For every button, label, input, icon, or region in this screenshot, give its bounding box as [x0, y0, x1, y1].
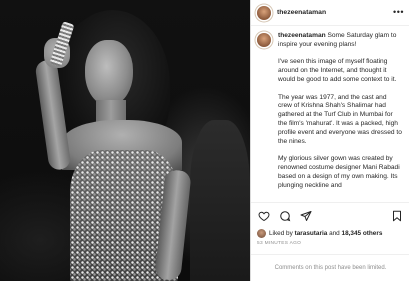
caption-scroll-area[interactable]: thezeenataman Some Saturday glam to insp… — [251, 28, 409, 200]
post-timestamp[interactable]: 53 MINUTES AGO — [257, 241, 301, 246]
likes-others-link[interactable]: 18,345 others — [342, 230, 383, 237]
heart-icon[interactable] — [257, 209, 271, 223]
comments-limited-notice: Comments on this post have been limited. — [251, 254, 409, 281]
caption-avatar[interactable] — [257, 33, 271, 47]
caption-paragraph: The year was 1977, and the cast and crew… — [278, 93, 402, 145]
caption-text: thezeenataman Some Saturday glam to insp… — [278, 32, 402, 199]
caption-row: thezeenataman Some Saturday glam to insp… — [257, 32, 402, 199]
likes-connector: and — [329, 230, 340, 237]
comment-icon[interactable] — [278, 209, 292, 223]
liker-avatar[interactable] — [257, 229, 266, 238]
paper-plane-icon[interactable] — [299, 209, 313, 223]
avatar[interactable] — [257, 5, 271, 20]
caption-username[interactable]: thezeenataman — [278, 32, 326, 39]
more-horizontal-icon[interactable]: ••• — [393, 8, 404, 17]
likes-prefix: Liked by — [269, 230, 293, 237]
instagram-post: thezeenataman ••• thezeenataman Some Sat… — [0, 0, 409, 281]
background-figure — [190, 120, 250, 281]
caption-paragraph: I've seen this image of myself floating … — [278, 58, 397, 83]
likes-summary: Liked by tarasutaria and 18,345 others — [257, 228, 382, 239]
action-bar — [251, 202, 409, 228]
post-side-panel: thezeenataman ••• thezeenataman Some Sat… — [250, 0, 409, 281]
post-photo[interactable] — [0, 0, 250, 281]
post-header: thezeenataman ••• — [251, 0, 409, 26]
username-link[interactable]: thezeenataman — [277, 9, 326, 16]
bookmark-icon[interactable] — [390, 209, 404, 223]
caption-paragraph: My glorious silver gown was created by r… — [278, 155, 400, 189]
face — [85, 40, 133, 106]
liker-username[interactable]: tarasutaria — [295, 230, 328, 237]
